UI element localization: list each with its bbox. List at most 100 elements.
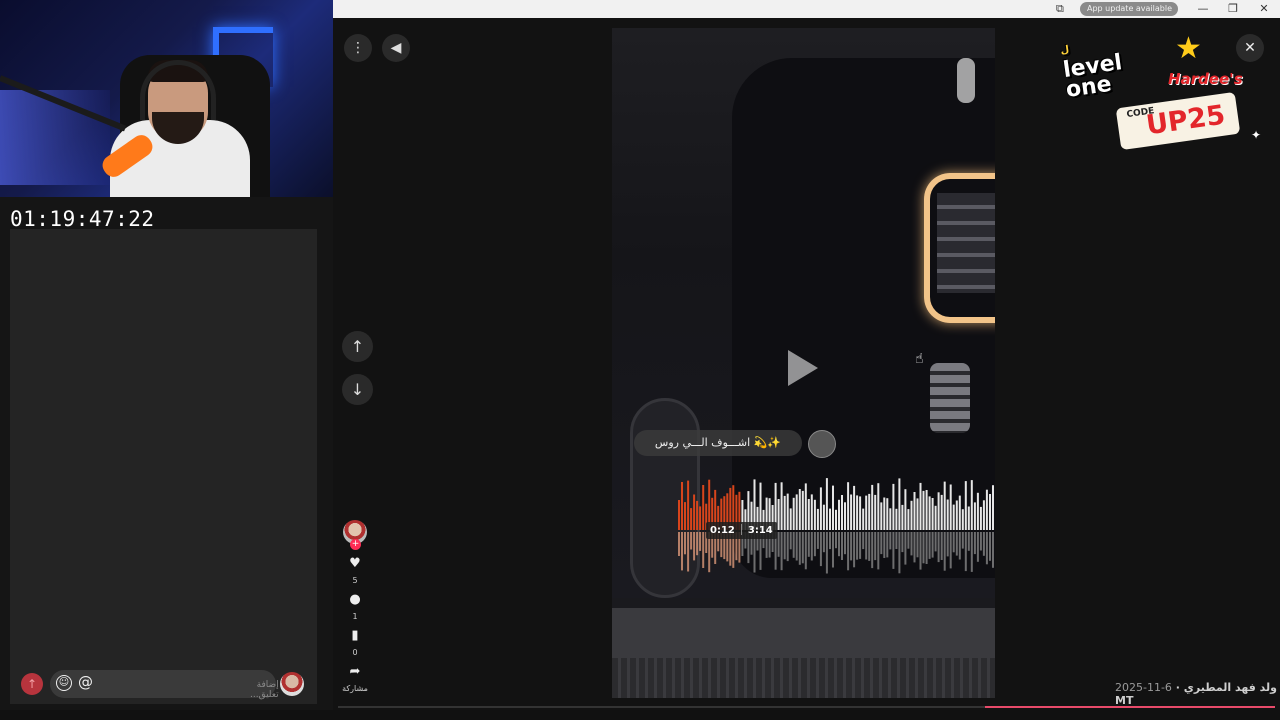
app-update-button[interactable]: App update available ⋮ xyxy=(1080,2,1178,27)
stream-timer: 01:19:47:22 xyxy=(10,207,155,231)
waveform-bar xyxy=(901,504,904,530)
waveform-bar xyxy=(892,483,895,530)
waveform-reflection xyxy=(789,532,792,550)
play-icon[interactable] xyxy=(788,350,818,386)
video-player[interactable]: ✨💫 اشـــوف الـــي روس 0:12 3:14 xyxy=(612,28,995,698)
level-one-logo: ل level one xyxy=(1059,31,1142,103)
waveform-reflection xyxy=(841,532,843,560)
waveform-bar xyxy=(847,482,850,530)
waveform-bar xyxy=(871,484,874,530)
waveform-reflection xyxy=(859,532,862,559)
waveform-reflection xyxy=(931,532,934,558)
waveform-reflection xyxy=(853,532,856,568)
waveform-reflection xyxy=(681,532,683,571)
waveform-bar xyxy=(919,482,922,530)
waveform-bar xyxy=(943,481,946,530)
minimize-button[interactable]: — xyxy=(1195,1,1211,17)
waveform-reflection xyxy=(829,532,831,550)
waveform-bar xyxy=(841,495,843,530)
audio-time-badge: 0:12 3:14 xyxy=(706,522,777,539)
waveform-bar xyxy=(952,504,955,530)
waveform-reflection xyxy=(907,532,910,549)
waveform-reflection xyxy=(928,532,931,559)
sponsor-overlay: ل level one ★ Hardee's CODE UP25 xyxy=(1060,18,1253,151)
video-meta: 2025-11-6 · ولد فهد المطيري MT xyxy=(1115,681,1280,707)
waveform-reflection xyxy=(856,532,859,560)
waveform-bar xyxy=(898,478,901,530)
waveform-bar xyxy=(868,493,871,530)
volume-button[interactable]: ◀ xyxy=(382,34,410,62)
waveform-reflection xyxy=(786,532,789,562)
waveform-bar xyxy=(985,489,988,530)
waveform-reflection xyxy=(970,532,973,572)
waveform-bar xyxy=(913,492,916,530)
comment-icon[interactable]: ● xyxy=(341,592,369,607)
waveform-bar xyxy=(687,480,690,530)
waveform-bar xyxy=(835,509,837,530)
puzzle-icon[interactable]: ⧉ xyxy=(1056,2,1070,16)
waveform-bar xyxy=(931,498,934,530)
waveform-reflection xyxy=(822,532,825,553)
next-video-button[interactable]: ↓ xyxy=(342,374,373,405)
waveform-bar xyxy=(804,483,807,530)
waveform-bar xyxy=(967,506,970,530)
waveform-bar xyxy=(976,492,979,530)
waveform-bar xyxy=(989,494,991,530)
promo-code-value: UP25 xyxy=(1144,99,1228,142)
waveform-reflection xyxy=(684,532,686,555)
browser-title-bar: ⧉ App update available ⋮ — ❐ ✕ xyxy=(333,0,1280,27)
waveform-reflection xyxy=(982,532,985,556)
restore-button[interactable]: ❐ xyxy=(1225,1,1241,17)
emoji-icon[interactable]: ☺ xyxy=(56,675,72,691)
waveform-reflection xyxy=(973,532,976,555)
waveform-reflection xyxy=(979,532,982,551)
waveform-bar xyxy=(795,494,798,530)
waveform-reflection xyxy=(868,532,871,561)
waveform-bar xyxy=(973,502,976,530)
waveform-bar xyxy=(880,502,883,530)
waveform-bar xyxy=(780,482,783,530)
waveform-bar xyxy=(889,508,892,530)
waveform-bar xyxy=(807,499,810,530)
waveform-reflection xyxy=(696,532,699,556)
comments-list[interactable] xyxy=(10,229,317,704)
webcam-overlay xyxy=(0,0,333,197)
waveform-reflection xyxy=(801,532,804,564)
waveform-reflection xyxy=(895,532,898,549)
video-date: 2025-11-6 xyxy=(1115,681,1172,694)
previous-video-button[interactable]: ↑ xyxy=(342,331,373,362)
waveform-bar xyxy=(874,494,877,530)
more-options-button[interactable]: ⋮ xyxy=(344,34,372,62)
mention-icon[interactable]: @ xyxy=(78,673,93,691)
waveform-bar xyxy=(696,500,699,530)
waveform-reflection xyxy=(964,532,967,572)
video-floor xyxy=(612,658,995,698)
follow-button[interactable]: + xyxy=(350,539,361,550)
user-avatar xyxy=(280,672,304,696)
arrow-up-icon: ↑ xyxy=(350,337,365,356)
window-close-button[interactable]: ✕ xyxy=(1256,1,1272,17)
share-icon[interactable]: ➦ xyxy=(341,664,369,679)
waveform-reflection xyxy=(780,532,783,571)
close-viewer-button[interactable]: ✕ xyxy=(1236,34,1264,62)
kebab-icon: ⋮ xyxy=(351,40,365,56)
waveform-reflection xyxy=(874,532,877,561)
waveform-bar xyxy=(949,484,952,530)
waveform-reflection xyxy=(943,532,946,571)
bookmark-icon[interactable]: ▮ xyxy=(341,628,369,643)
waveform-bar xyxy=(819,487,822,530)
waveform-bar xyxy=(789,508,792,530)
waveform-reflection xyxy=(777,532,780,557)
time-separator xyxy=(740,524,742,535)
send-comment-button[interactable]: ↑ xyxy=(21,673,43,695)
waveform-bar xyxy=(690,508,693,530)
waveform-reflection xyxy=(976,532,979,562)
waveform-bar xyxy=(886,498,889,530)
waveform-reflection xyxy=(795,532,798,561)
waveform-bar xyxy=(958,495,961,530)
meta-separator: · xyxy=(1175,681,1184,694)
heart-icon[interactable]: ♥ xyxy=(341,556,369,571)
waveform-bar xyxy=(946,499,949,530)
waveform-reflection xyxy=(850,532,853,561)
waveform-bar xyxy=(904,489,907,530)
